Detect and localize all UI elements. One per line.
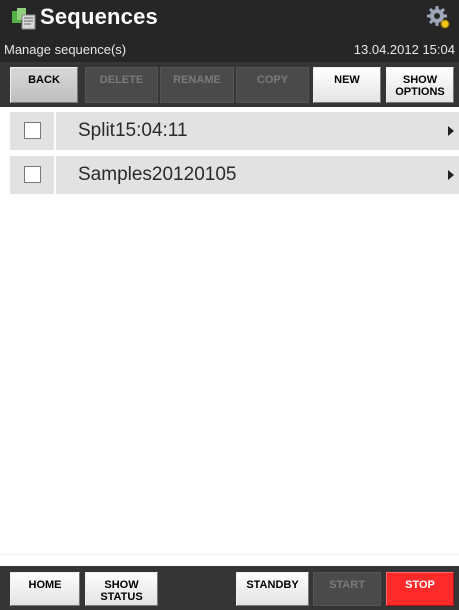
sequence-name: Samples20120105 bbox=[78, 164, 237, 185]
start-button[interactable]: START bbox=[313, 572, 381, 606]
divider bbox=[0, 554, 459, 555]
rename-button-label: RENAME bbox=[173, 74, 221, 86]
chevron-right-icon[interactable] bbox=[448, 170, 454, 180]
show-options-label-line1: SHOW bbox=[402, 74, 438, 86]
new-button[interactable]: NEW bbox=[313, 67, 381, 103]
home-button-label: HOME bbox=[28, 579, 62, 591]
sequence-name-cell[interactable]: Split15:04:11 bbox=[56, 112, 459, 150]
row-checkbox[interactable] bbox=[24, 122, 41, 139]
page-subtitle: Manage sequence(s) bbox=[4, 42, 127, 57]
checkbox-cell bbox=[10, 156, 54, 194]
show-status-button[interactable]: SHOW STATUS bbox=[85, 572, 158, 606]
sequence-name: Split15:04:11 bbox=[78, 120, 188, 141]
stop-button-label: STOP bbox=[405, 579, 435, 591]
toolbar: BACK DELETE RENAME COPY NEW SHOW OPTIONS bbox=[0, 62, 459, 107]
checkbox-cell bbox=[10, 112, 54, 150]
standby-button[interactable]: STANDBY bbox=[236, 572, 309, 606]
delete-button[interactable]: DELETE bbox=[85, 67, 158, 103]
home-button[interactable]: HOME bbox=[10, 572, 80, 606]
show-status-label: SHOW STATUS bbox=[100, 579, 142, 603]
gear-icon[interactable] bbox=[425, 4, 451, 30]
footer-bar: HOME SHOW STATUS STANDBY START STOP bbox=[0, 566, 459, 610]
delete-button-label: DELETE bbox=[99, 74, 144, 86]
row-checkbox[interactable] bbox=[24, 166, 41, 183]
show-options-label-line2: OPTIONS bbox=[395, 86, 445, 98]
rename-button[interactable]: RENAME bbox=[160, 67, 234, 103]
back-button[interactable]: BACK bbox=[10, 67, 78, 103]
show-options-label: SHOW OPTIONS bbox=[395, 74, 445, 98]
sequence-name-cell[interactable]: Samples20120105 bbox=[56, 156, 459, 194]
chevron-right-icon[interactable] bbox=[448, 126, 454, 136]
list-item[interactable]: Samples20120105 bbox=[0, 156, 459, 194]
list-item[interactable]: Split15:04:11 bbox=[0, 112, 459, 150]
title-bar: Sequences Manage sequence(s) 13.04.2012 … bbox=[0, 0, 459, 62]
stop-button[interactable]: STOP bbox=[386, 572, 454, 606]
standby-button-label: STANDBY bbox=[246, 579, 299, 591]
show-options-button[interactable]: SHOW OPTIONS bbox=[386, 67, 454, 103]
date-time: 13.04.2012 15:04 bbox=[353, 42, 455, 57]
sequences-icon bbox=[12, 8, 36, 30]
start-button-label: START bbox=[329, 579, 365, 591]
sequence-list: Split15:04:11 Samples20120105 bbox=[0, 112, 459, 200]
page-title: Sequences bbox=[40, 4, 158, 29]
show-status-label-line1: SHOW bbox=[104, 579, 139, 591]
new-button-label: NEW bbox=[334, 74, 360, 86]
back-button-label: BACK bbox=[28, 74, 60, 86]
copy-button[interactable]: COPY bbox=[236, 67, 309, 103]
copy-button-label: COPY bbox=[256, 74, 289, 86]
show-status-label-line2: STATUS bbox=[100, 591, 143, 603]
